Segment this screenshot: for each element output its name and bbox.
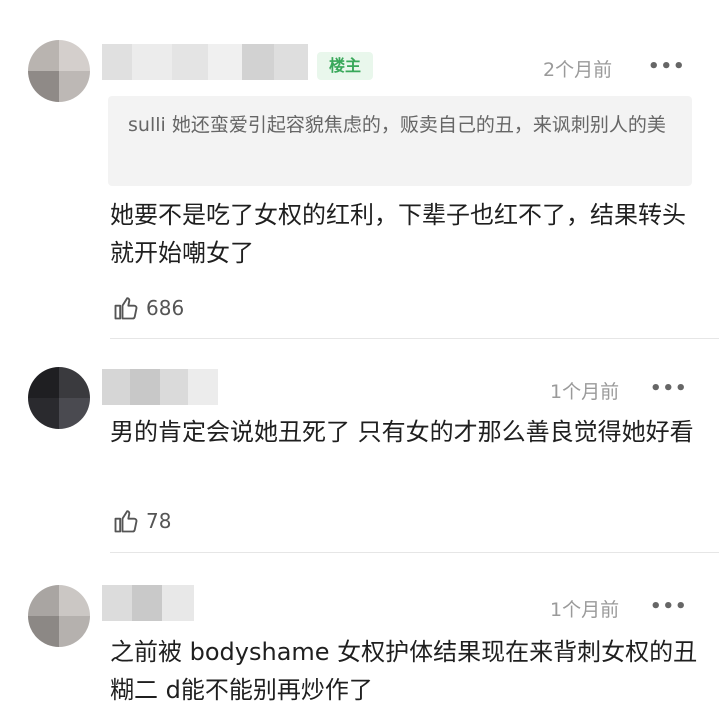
thumbs-up-icon [114, 297, 138, 320]
more-options-icon[interactable]: ••• [648, 56, 686, 77]
comment-item: 1个月前 ••• 男的肯定会说她丑死了 只有女的才那么善良觉得她好看 78 [0, 339, 719, 552]
timestamp: 1个月前 [550, 381, 620, 403]
comment-text: 她要不是吃了女权的红利，下辈子也红不了，结果转头就开始嘲女了 [110, 201, 686, 267]
like-button[interactable]: 78 [112, 507, 171, 535]
timestamp: 2个月前 [543, 59, 613, 81]
username-blurred[interactable] [102, 369, 218, 405]
op-badge: 楼主 [317, 52, 373, 80]
avatar[interactable] [28, 40, 90, 102]
like-count: 686 [146, 296, 185, 320]
username-blurred[interactable] [102, 44, 308, 80]
comment-text: 男的肯定会说她丑死了 只有女的才那么善良觉得她好看 [110, 418, 694, 446]
thumbs-up-icon [114, 510, 138, 533]
username-blurred[interactable] [102, 585, 194, 621]
timestamp: 1个月前 [550, 599, 620, 621]
like-button[interactable]: 686 [112, 294, 184, 322]
like-count: 78 [146, 509, 172, 533]
comment-text: 之前被 bodyshame 女权护体结果现在来背刺女权的丑糊二 d能不能别再炒作… [110, 638, 698, 704]
more-options-icon[interactable]: ••• [650, 596, 688, 617]
quoted-comment[interactable]: sulli 她还蛮爱引起容貌焦虑的，贩卖自己的丑，来讽刺别人的美 [108, 96, 692, 186]
avatar[interactable] [28, 367, 90, 429]
avatar[interactable] [28, 585, 90, 647]
quote-text: sulli 她还蛮爱引起容貌焦虑的，贩卖自己的丑，来讽刺别人的美 [128, 114, 666, 136]
more-options-icon[interactable]: ••• [650, 378, 688, 399]
comment-item: 楼主 2个月前 ••• sulli 她还蛮爱引起容貌焦虑的，贩卖自己的丑，来讽刺… [0, 0, 719, 338]
comment-item: 1个月前 ••• 之前被 bodyshame 女权护体结果现在来背刺女权的丑糊二… [0, 553, 719, 723]
